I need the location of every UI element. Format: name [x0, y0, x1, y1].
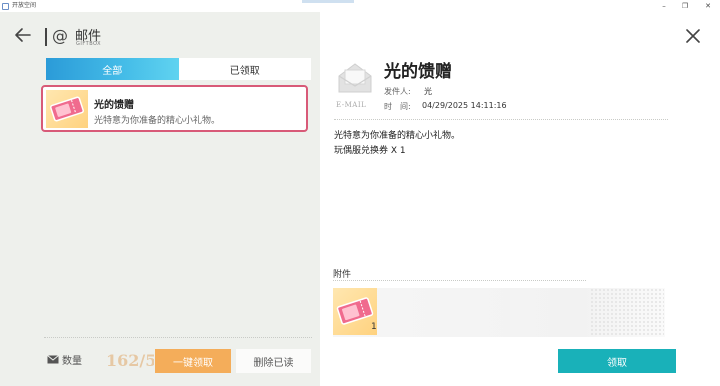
mail-item-title: 光的馈赠 — [94, 100, 134, 111]
count-label: 数量 — [62, 356, 82, 367]
tab-claimed[interactable]: 已领取 — [178, 58, 311, 80]
sender-label: 发件人: — [384, 87, 411, 96]
close-icon[interactable] — [686, 29, 700, 43]
at-icon: @ — [52, 26, 68, 45]
envelope-icon — [338, 63, 372, 93]
detail-divider — [334, 119, 668, 120]
app-icon — [2, 2, 9, 10]
maximize-button[interactable]: ❐ — [673, 0, 697, 12]
email-tag: E-MAIL — [336, 101, 367, 109]
delete-read-button[interactable]: 删除已读 — [236, 349, 311, 373]
mail-detail-title: 光的馈赠 — [384, 62, 452, 82]
mail-count-value: 162/50 — [106, 351, 154, 370]
mail-item-preview: 光特意为你准备的精心小礼物。 — [94, 116, 221, 126]
mail-body-line: 玩偶服兑换券 X 1 — [334, 146, 406, 156]
back-arrow-icon[interactable] — [14, 26, 32, 44]
titlebar-strip — [302, 0, 354, 3]
time-value: 04/29/2025 14:11:16 — [422, 101, 507, 110]
claim-button[interactable]: 领取 — [558, 349, 676, 373]
mail-tabs: 全部 已领取 — [46, 58, 311, 80]
claim-all-button[interactable]: 一键领取 — [155, 349, 231, 373]
attachments-pattern — [590, 288, 664, 337]
footer-divider — [44, 337, 312, 338]
attachments-divider — [333, 280, 586, 281]
attachment-quantity: 1 — [371, 322, 377, 332]
ticket-icon — [46, 90, 88, 128]
time-label: 时 间: — [384, 102, 411, 111]
attachments-label: 附件 — [333, 270, 352, 280]
header-divider — [45, 28, 47, 46]
window-title: 开放空间 — [12, 2, 37, 9]
mail-list-panel: @ 邮件 GIFTBOX 全部 已领取 光的馈赠 光特意为你准备的精心小礼物。 … — [0, 12, 320, 386]
window-titlebar: 开放空间 – ❐ ✕ — [0, 0, 720, 12]
window-close-button[interactable]: ✕ — [696, 0, 720, 12]
sender-value: 光 — [424, 87, 432, 96]
mail-body-line: 光特意为你准备的精心小礼物。 — [334, 131, 461, 141]
list-item[interactable]: 光的馈赠 光特意为你准备的精心小礼物。 — [41, 85, 308, 132]
tab-all[interactable]: 全部 — [46, 58, 179, 80]
mail-icon — [47, 355, 59, 364]
page-subtitle: GIFTBOX — [76, 41, 102, 47]
mail-detail-panel: E-MAIL 光的馈赠 发件人: 光 时 间: 04/29/2025 14:11… — [320, 12, 720, 386]
